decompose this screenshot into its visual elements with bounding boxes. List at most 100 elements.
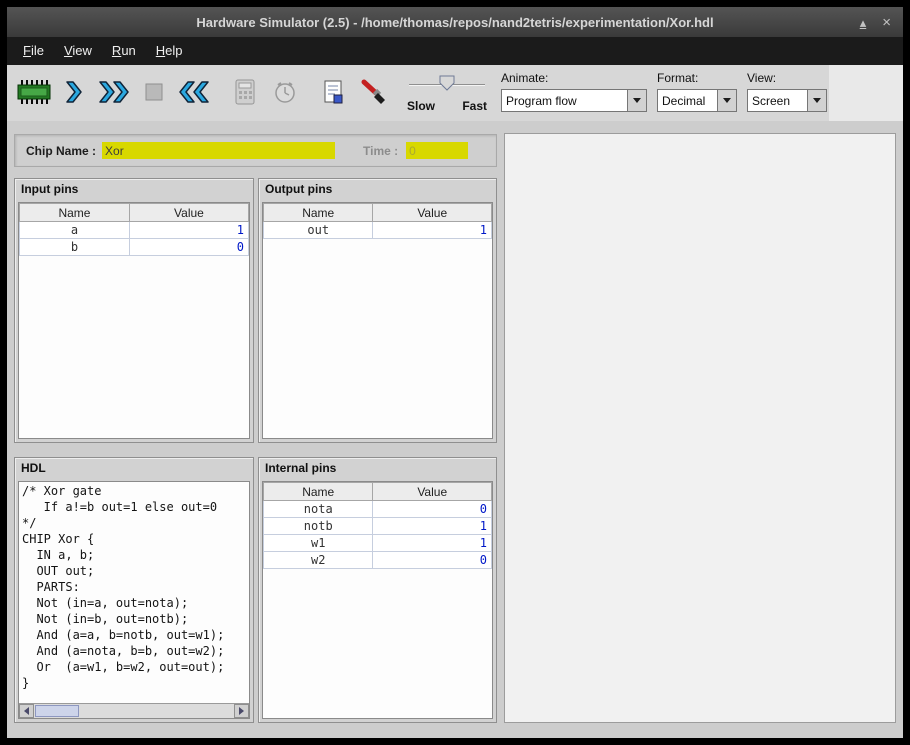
window-title: Hardware Simulator (2.5) - /home/thomas/… xyxy=(196,15,713,30)
single-step-button[interactable] xyxy=(55,72,93,112)
menu-file[interactable]: File xyxy=(13,37,54,65)
code-line: And (a=a, b=notb, out=w1); xyxy=(22,627,249,643)
format-label: Format: xyxy=(657,71,737,85)
value-column-header: Value xyxy=(373,483,492,501)
slider-fast-label: Fast xyxy=(462,99,487,113)
hdl-code-area: /* Xor gate If a!=b out=1 else out=0 */ … xyxy=(18,481,250,719)
scroll-left-button[interactable] xyxy=(19,704,34,718)
script-button[interactable] xyxy=(314,72,352,112)
clock-icon xyxy=(272,79,298,105)
single-step-icon xyxy=(59,79,89,105)
pin-name-cell: a xyxy=(20,222,130,239)
hdl-title: HDL xyxy=(15,458,253,479)
view-selected-value: Screen xyxy=(748,90,807,111)
reset-button[interactable] xyxy=(175,72,213,112)
toolbar-strip: Slow Fast Animate: Program flow Format: … xyxy=(7,65,829,121)
window-controls: ▴ × xyxy=(860,7,891,37)
hdl-panel: HDL /* Xor gate If a!=b out=1 else out=0… xyxy=(14,457,254,723)
pin-name-cell: notb xyxy=(264,518,373,535)
pin-value-cell[interactable]: 1 xyxy=(129,222,248,239)
slider-thumb[interactable] xyxy=(439,75,455,91)
animate-group: Animate: Program flow xyxy=(501,71,647,112)
pin-name-cell: b xyxy=(20,239,130,256)
speed-slider[interactable]: Slow Fast xyxy=(407,71,487,115)
calculator-icon xyxy=(233,78,257,106)
close-button[interactable]: × xyxy=(882,15,891,30)
chevron-down-icon xyxy=(813,98,821,103)
view-dropdown-button[interactable] xyxy=(807,90,826,111)
stop-icon xyxy=(141,79,167,105)
toolbar: Slow Fast Animate: Program flow Format: … xyxy=(7,65,903,121)
title-bar[interactable]: Hardware Simulator (2.5) - /home/thomas/… xyxy=(7,7,903,37)
animate-select[interactable]: Program flow xyxy=(501,89,647,112)
main-content: Chip Name : Xor Time : 0 Input pins Name… xyxy=(7,121,903,738)
table-row: b 0 xyxy=(20,239,249,256)
arrow-left-icon xyxy=(24,707,29,715)
code-line: If a!=b out=1 else out=0 xyxy=(22,499,249,515)
format-selected-value: Decimal xyxy=(658,90,717,111)
load-chip-button[interactable] xyxy=(15,72,53,112)
table-header-row: Name Value xyxy=(20,204,249,222)
pin-name-cell: w2 xyxy=(264,552,373,569)
stop-button[interactable] xyxy=(135,72,173,112)
pin-name-cell: out xyxy=(264,222,373,239)
format-select[interactable]: Decimal xyxy=(657,89,737,112)
table-row: w1 1 xyxy=(264,535,492,552)
pin-value-cell: 1 xyxy=(373,222,492,239)
run-icon xyxy=(98,79,130,105)
scrollbar-thumb[interactable] xyxy=(35,705,79,717)
code-line: Not (in=a, out=nota); xyxy=(22,595,249,611)
pin-value-cell[interactable]: 0 xyxy=(129,239,248,256)
value-column-header: Value xyxy=(129,204,248,222)
menu-help[interactable]: Help xyxy=(146,37,193,65)
breakpoints-button[interactable] xyxy=(354,72,392,112)
run-button[interactable] xyxy=(95,72,133,112)
code-line: CHIP Xor { xyxy=(22,531,249,547)
hdl-code: /* Xor gate If a!=b out=1 else out=0 */ … xyxy=(19,482,249,703)
horizontal-scrollbar[interactable] xyxy=(19,703,249,718)
calculator-button[interactable] xyxy=(226,72,264,112)
name-column-header: Name xyxy=(264,204,373,222)
maximize-button[interactable]: ▴ xyxy=(860,15,867,30)
input-pins-table: Name Value a 1 b 0 xyxy=(19,203,249,256)
menu-run[interactable]: Run xyxy=(102,37,146,65)
input-pins-panel: Input pins Name Value a xyxy=(14,178,254,443)
input-pins-table-area: Name Value a 1 b 0 xyxy=(18,202,250,439)
output-pins-table-area: Name Value out 1 xyxy=(262,202,493,439)
table-row: w2 0 xyxy=(264,552,492,569)
code-line: PARTS: xyxy=(22,579,249,595)
pin-value-cell: 1 xyxy=(373,518,492,535)
output-pins-table: Name Value out 1 xyxy=(263,203,492,239)
view-select[interactable]: Screen xyxy=(747,89,827,112)
output-pins-title: Output pins xyxy=(259,179,496,200)
table-row: nota 0 xyxy=(264,501,492,518)
load-chip-icon xyxy=(16,77,52,107)
animate-dropdown-button[interactable] xyxy=(627,90,646,111)
scroll-right-button[interactable] xyxy=(234,704,249,718)
time-label: Time : xyxy=(363,144,398,158)
menu-view[interactable]: View xyxy=(54,37,102,65)
code-line: Not (in=b, out=notb); xyxy=(22,611,249,627)
internal-pins-table: Name Value nota 0 notb 1 xyxy=(263,482,492,569)
chevron-down-icon xyxy=(633,98,641,103)
table-row: out 1 xyxy=(264,222,492,239)
value-column-header: Value xyxy=(373,204,492,222)
pin-value-cell: 0 xyxy=(373,552,492,569)
chip-name-field[interactable]: Xor xyxy=(102,142,335,159)
script-icon xyxy=(321,78,345,106)
pin-name-cell: nota xyxy=(264,501,373,518)
view-group: View: Screen xyxy=(747,71,827,112)
format-dropdown-button[interactable] xyxy=(717,90,736,111)
clock-button[interactable] xyxy=(266,72,304,112)
code-line: /* Xor gate xyxy=(22,483,249,499)
time-field: 0 xyxy=(406,142,468,159)
code-line: Or (a=w1, b=w2, out=out); xyxy=(22,659,249,675)
arrow-right-icon xyxy=(239,707,244,715)
pin-value-cell: 0 xyxy=(373,501,492,518)
name-column-header: Name xyxy=(264,483,373,501)
input-pins-title: Input pins xyxy=(15,179,253,200)
code-line: IN a, b; xyxy=(22,547,249,563)
internal-pins-table-area: Name Value nota 0 notb 1 xyxy=(262,481,493,719)
table-row: notb 1 xyxy=(264,518,492,535)
reset-icon xyxy=(178,79,210,105)
